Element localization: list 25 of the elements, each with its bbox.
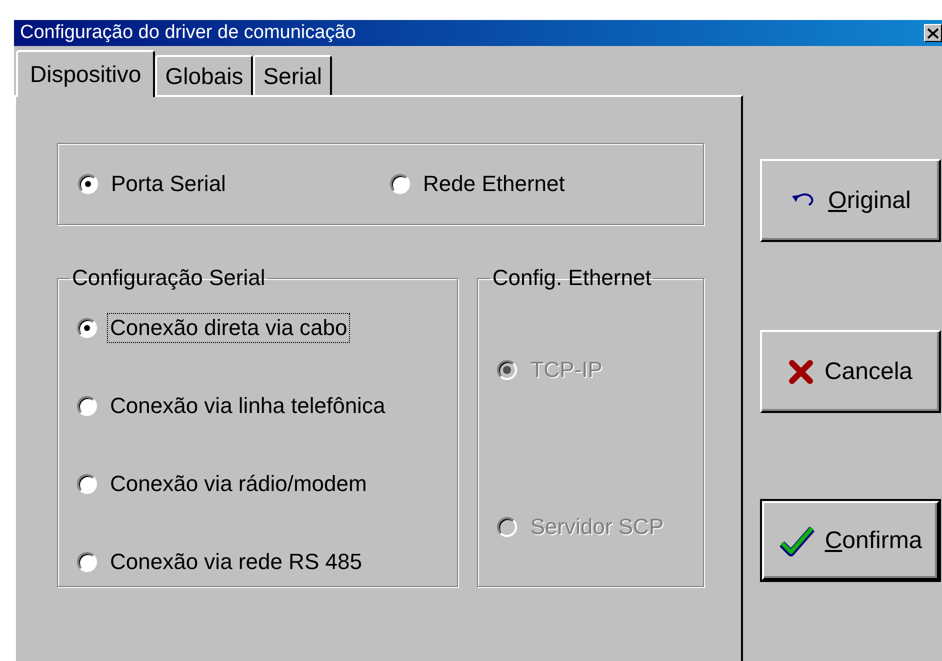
tab[interactable]: Dispositivo — [16, 50, 156, 97]
dialog-button[interactable]: Cancela — [760, 330, 941, 413]
check-mark-icon — [778, 524, 815, 556]
radio-button[interactable] — [77, 396, 97, 416]
dialog-button[interactable]: Confirma — [762, 501, 939, 580]
tab[interactable]: Globais — [155, 55, 254, 95]
close-icon — [927, 28, 939, 38]
radio-label[interactable]: Conexão via rede RS 485 — [107, 547, 365, 577]
radio-button[interactable] — [77, 318, 97, 338]
cross-icon — [788, 358, 814, 384]
radio-label[interactable]: Conexão direta via cabo — [107, 313, 350, 343]
radio-button[interactable] — [77, 474, 97, 494]
dialog-button[interactable]: Original — [760, 159, 941, 242]
radio-label[interactable]: Porta Serial — [108, 169, 229, 199]
group-title: Configuração Serial — [71, 265, 266, 291]
close-button[interactable] — [924, 24, 942, 42]
radio-button[interactable] — [77, 552, 97, 572]
radio-label[interactable]: Conexão via linha telefônica — [107, 391, 388, 421]
radio-label[interactable]: Rede Ethernet — [420, 169, 568, 199]
radio-label[interactable]: Conexão via rádio/modem — [107, 469, 370, 499]
radio-button[interactable] — [390, 174, 410, 194]
tab[interactable]: Serial — [253, 55, 332, 95]
group-title: Config. Ethernet — [491, 265, 652, 291]
window-title: Configuração do driver de comunicação — [20, 22, 356, 44]
radio-button[interactable] — [78, 174, 98, 194]
